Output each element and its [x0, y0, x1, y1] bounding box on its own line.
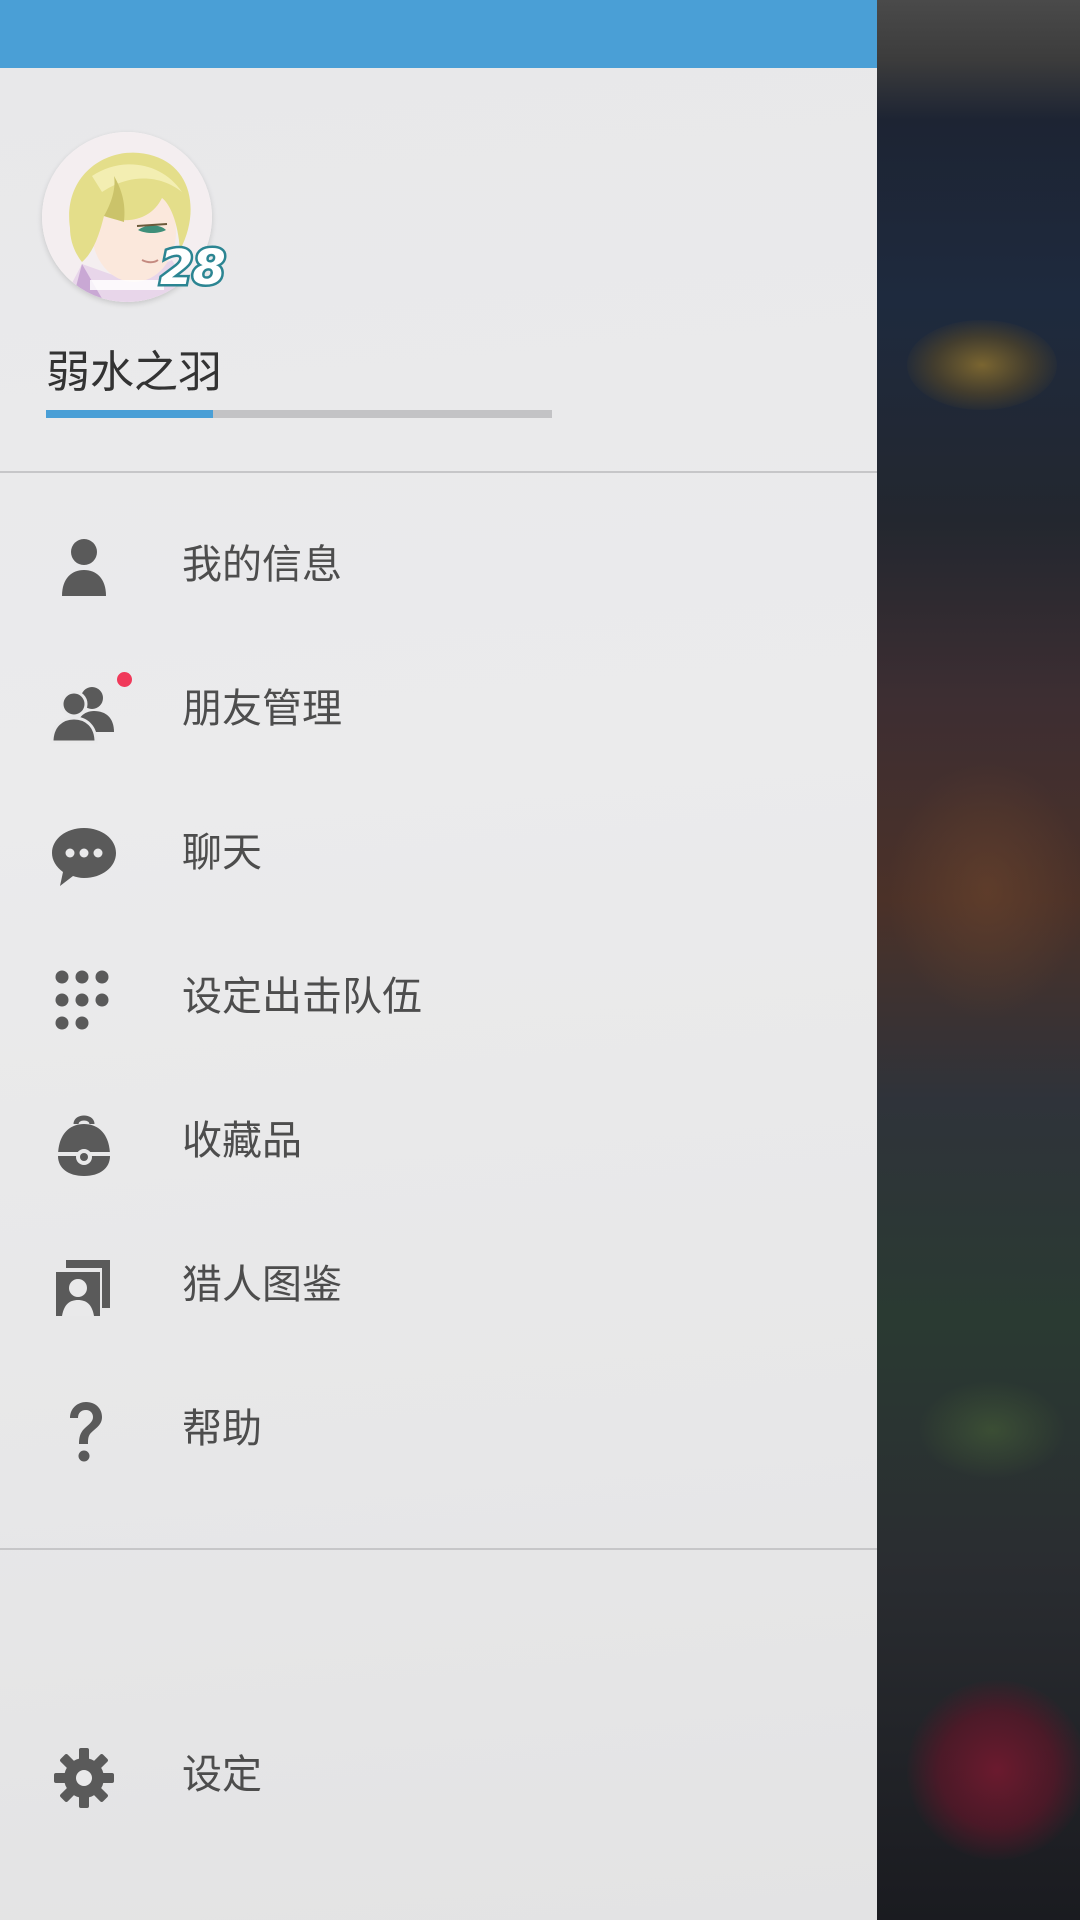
- person-icon: [48, 532, 120, 604]
- menu-item-my-info[interactable]: 我的信息: [0, 504, 877, 624]
- menu-item-label: 收藏品: [182, 1118, 302, 1164]
- hunter-dex-icon: [48, 1252, 120, 1324]
- gear-icon: [48, 1742, 120, 1814]
- friends-icon: [48, 676, 120, 748]
- menu-divider: [0, 1548, 877, 1550]
- menu-item-label: 猎人图鉴: [182, 1262, 342, 1308]
- menu-item-label: 朋友管理: [182, 686, 342, 732]
- menu-item-settings[interactable]: 设定: [0, 1714, 877, 1834]
- menu-item-chat[interactable]: 聊天: [0, 792, 877, 912]
- navigation-drawer: 28 弱水之羽 我的信息 朋友管理 聊天 设定出击队伍 收藏品 猎人图鉴 帮助 …: [0, 0, 877, 1920]
- level-badge: 28: [158, 240, 229, 296]
- menu-item-label: 我的信息: [182, 542, 342, 588]
- menu-item-label: 设定: [182, 1752, 262, 1798]
- menu-item-label: 设定出击队伍: [182, 974, 422, 1020]
- drawer-top-bar: [0, 0, 877, 68]
- background-blur-shape: [907, 1680, 1080, 1860]
- notification-dot: [117, 672, 132, 687]
- menu-item-collection[interactable]: 收藏品: [0, 1080, 877, 1200]
- chat-bubble-icon: [48, 820, 120, 892]
- menu-item-team-setup[interactable]: 设定出击队伍: [0, 936, 877, 1056]
- background-blur-shape: [917, 1380, 1067, 1480]
- background-app-content[interactable]: [877, 0, 1080, 1920]
- menu-item-label: 聊天: [182, 830, 262, 876]
- menu-item-help[interactable]: 帮助: [0, 1368, 877, 1488]
- menu-item-label: 帮助: [182, 1406, 262, 1452]
- background-blur-shape: [887, 760, 1080, 1020]
- background-blur-shape: [907, 320, 1057, 410]
- exp-progress-fill: [46, 410, 213, 418]
- menu-item-hunter-dex[interactable]: 猎人图鉴: [0, 1224, 877, 1344]
- team-grid-icon: [48, 964, 120, 1036]
- collection-bag-icon: [48, 1108, 120, 1180]
- username: 弱水之羽: [46, 347, 222, 398]
- header-divider: [0, 471, 877, 473]
- exp-progress-bar: [46, 410, 552, 418]
- help-question-icon: [48, 1396, 120, 1468]
- menu-item-friends[interactable]: 朋友管理: [0, 648, 877, 768]
